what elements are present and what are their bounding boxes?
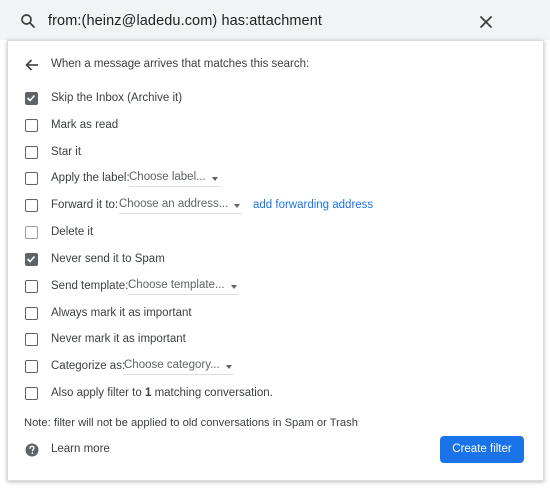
option-skip-inbox[interactable]: Skip the Inbox (Archive it) [24, 92, 524, 108]
forward-label: Forward it to: [51, 199, 119, 211]
search-bar: from:(heinz@ladedu.com) has:attachment [0, 0, 550, 40]
delete-checkbox[interactable] [25, 226, 38, 239]
option-never-spam[interactable]: Never send it to Spam [24, 253, 524, 269]
learn-more-link[interactable]: Learn more [51, 443, 110, 455]
filter-note: Note: filter will not be applied to old … [24, 417, 358, 429]
help-icon[interactable] [25, 443, 39, 457]
label-dropdown[interactable]: Choose label... [129, 171, 220, 187]
never-spam-checkbox[interactable] [25, 253, 38, 266]
option-mark-read[interactable]: Mark as read [24, 119, 524, 135]
send-template-checkbox[interactable] [25, 280, 38, 293]
apply-label-label: Apply the label: [51, 172, 130, 184]
option-always-important[interactable]: Always mark it as important [24, 307, 524, 323]
option-send-template[interactable]: Send template: Choose template... [24, 279, 524, 296]
forward-checkbox[interactable] [25, 199, 38, 212]
also-apply-checkbox[interactable] [25, 387, 38, 400]
option-also-apply[interactable]: Also apply filter to 1 matching conversa… [24, 387, 524, 403]
option-forward[interactable]: Forward it to: Choose an address... add … [24, 198, 524, 215]
always-important-label: Always mark it as important [51, 307, 192, 319]
option-delete[interactable]: Delete it [24, 226, 524, 242]
skip-inbox-label: Skip the Inbox (Archive it) [51, 92, 183, 104]
mark-read-label: Mark as read [51, 119, 119, 131]
skip-inbox-checkbox[interactable] [25, 92, 38, 105]
dropdown-caret-icon [234, 204, 241, 208]
checkmark-icon [26, 255, 36, 263]
never-important-checkbox[interactable] [25, 333, 38, 346]
dropdown-caret-icon [211, 177, 218, 181]
label-dropdown-value: Choose label... [129, 171, 206, 183]
option-apply-label[interactable]: Apply the label: Choose label... [24, 171, 524, 188]
mark-read-checkbox[interactable] [25, 119, 38, 132]
filter-header-text: When a message arrives that matches this… [51, 58, 310, 70]
category-dropdown[interactable]: Choose category... [124, 359, 234, 375]
search-query[interactable]: from:(heinz@ladedu.com) has:attachment [48, 13, 322, 29]
categorize-checkbox[interactable] [25, 360, 38, 373]
also-apply-label: Also apply filter to 1 matching conversa… [51, 387, 273, 399]
template-dropdown[interactable]: Choose template... [128, 279, 239, 295]
send-template-label: Send template: [51, 280, 129, 292]
template-dropdown-value: Choose template... [128, 279, 225, 291]
back-arrow-icon[interactable] [24, 57, 40, 73]
star-label: Star it [51, 146, 82, 158]
never-spam-label: Never send it to Spam [51, 253, 165, 265]
categorize-label: Categorize as: [51, 360, 126, 372]
dropdown-caret-icon [225, 365, 232, 369]
create-filter-button[interactable]: Create filter [440, 436, 524, 463]
option-star[interactable]: Star it [24, 146, 524, 162]
dropdown-caret-icon [230, 285, 237, 289]
also-apply-suffix: matching conversation. [151, 387, 273, 399]
delete-label: Delete it [51, 226, 94, 238]
category-dropdown-value: Choose category... [124, 359, 220, 371]
apply-label-checkbox[interactable] [25, 172, 38, 185]
option-categorize[interactable]: Categorize as: Choose category... [24, 359, 524, 376]
star-checkbox[interactable] [25, 146, 38, 159]
add-forwarding-address-link[interactable]: add forwarding address [253, 199, 373, 211]
option-never-important[interactable]: Never mark it as important [24, 333, 524, 349]
also-apply-prefix: Also apply filter to [51, 387, 145, 399]
never-important-label: Never mark it as important [51, 333, 186, 345]
search-icon[interactable] [19, 12, 37, 30]
address-dropdown[interactable]: Choose an address... [119, 198, 243, 214]
close-icon[interactable] [479, 15, 493, 29]
address-dropdown-value: Choose an address... [119, 198, 229, 210]
always-important-checkbox[interactable] [25, 307, 38, 320]
checkmark-icon [26, 94, 36, 102]
